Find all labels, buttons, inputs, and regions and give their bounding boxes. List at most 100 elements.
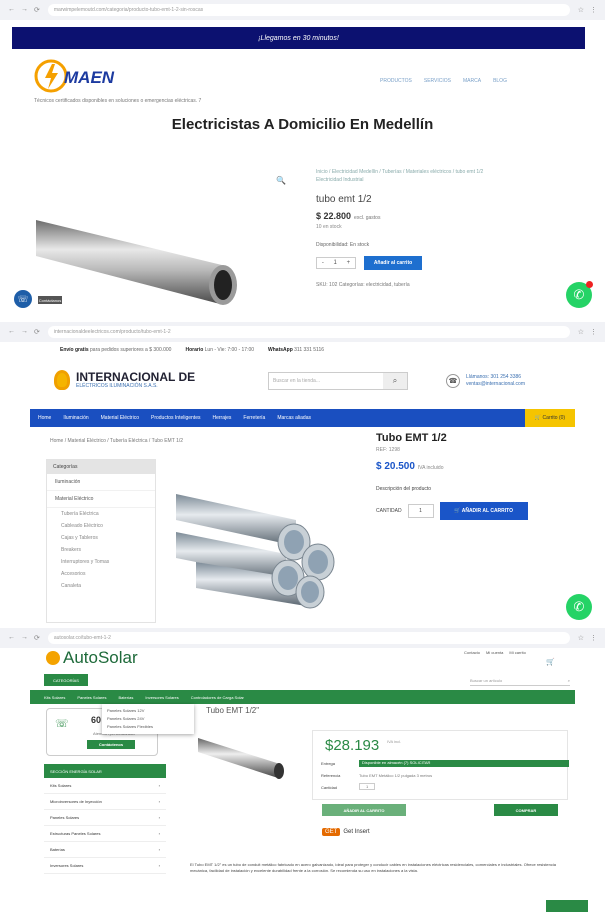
reload-icon[interactable]: ⟳: [34, 328, 40, 336]
phone-icon[interactable]: ☏: [14, 290, 32, 308]
nav-item[interactable]: Home: [38, 415, 51, 421]
sidebar-item[interactable]: Estructuras Paneles Solares ›: [44, 826, 166, 842]
quantity-label: CANTIDAD: [376, 508, 402, 514]
reload-icon[interactable]: ⟳: [34, 634, 40, 642]
dropdown-item[interactable]: Paneles Solares Flexibles: [107, 723, 189, 731]
category-sidebar: SECCIÓN ENERGÍA SOLAR Kits Solares › Micr…: [44, 764, 166, 874]
buy-box: $28.193 IVA incl. Entrega Disponible en …: [312, 730, 569, 800]
nav-item[interactable]: Baterías: [118, 695, 133, 700]
back-icon[interactable]: ←: [8, 634, 15, 642]
add-to-cart-button[interactable]: 🛒 AÑADIR AL CARRITO: [439, 502, 528, 520]
add-to-cart-button[interactable]: Añadir al carrito: [364, 256, 422, 270]
chat-widget[interactable]: [546, 900, 588, 912]
sidebar-title: Categorías: [47, 460, 155, 474]
contact-button[interactable]: Contáctenos: [87, 740, 135, 749]
cart-button[interactable]: 🛒 Carrito (0): [525, 409, 575, 427]
nav-item[interactable]: Ferretería: [243, 415, 265, 421]
contact-phone[interactable]: Llámanos: 301 254 3386: [466, 374, 525, 381]
add-to-cart-button[interactable]: AÑADIR AL CARRITO: [322, 804, 406, 816]
reload-icon[interactable]: ⟳: [34, 6, 40, 14]
product-ref: REF: 1298: [376, 447, 400, 453]
menu-dots-icon[interactable]: ⋮: [590, 634, 597, 642]
info-whatsapp[interactable]: WhatsApp 311 331 5116: [268, 347, 324, 353]
product-image[interactable]: [166, 450, 366, 624]
maen-logo[interactable]: MAEN: [34, 58, 138, 94]
main-nav: Home Iluminación Material Eléctrico Prod…: [30, 409, 575, 427]
quantity-stepper[interactable]: 1: [407, 504, 434, 518]
price-note: excl. gastos: [354, 215, 381, 221]
nav-item[interactable]: Kits Solares: [44, 695, 65, 700]
sidebar-subitem[interactable]: Canaleta: [47, 580, 155, 592]
sidebar-subitem[interactable]: Accesorios: [47, 568, 155, 580]
menu-dots-icon[interactable]: ⋮: [590, 328, 597, 336]
menu-item[interactable]: PRODUCTOS: [380, 78, 412, 84]
address-bar[interactable]: marwimpelemoutd.com/categoria/producto-t…: [47, 4, 570, 16]
nav-item[interactable]: Herrajes: [212, 415, 231, 421]
quantity-stepper[interactable]: 1: [359, 783, 376, 790]
back-icon[interactable]: ←: [8, 6, 15, 14]
forward-icon[interactable]: →: [21, 6, 28, 14]
address-bar[interactable]: autosolar.co/tubo-emt-1-2: [47, 632, 570, 644]
nav-item[interactable]: Iluminación: [63, 415, 88, 421]
nav-item[interactable]: Controladores de Carga Solar: [191, 695, 244, 700]
search-icon[interactable]: ⌕: [383, 373, 407, 389]
menu-item[interactable]: BLOG: [493, 78, 507, 84]
nav-item[interactable]: Paneles Solares: [77, 695, 106, 700]
buy-button[interactable]: COMPRAR: [494, 804, 558, 816]
menu-dots-icon[interactable]: ⋮: [590, 6, 597, 14]
search-input[interactable]: Buscar en la tienda... ⌕: [268, 372, 408, 390]
whatsapp-icon[interactable]: ✆: [566, 281, 593, 308]
nav-item[interactable]: Productos Inteligentes: [151, 415, 200, 421]
top-link[interactable]: Mi cuenta: [486, 650, 503, 655]
dropdown-item[interactable]: Paneles Solares 24V: [107, 715, 189, 723]
star-icon[interactable]: ☆: [578, 634, 584, 642]
nav-item[interactable]: Material Eléctrico: [101, 415, 139, 421]
whatsapp-icon[interactable]: ✆: [566, 594, 592, 620]
sidebar-subitem[interactable]: Cajas y Tableros: [47, 532, 155, 544]
sidebar-subitem[interactable]: Cableado Eléctrico: [47, 520, 155, 532]
cart-icon[interactable]: 🛒: [546, 658, 555, 666]
sidebar-item[interactable]: Inversores Solares ›: [44, 858, 166, 874]
sidebar-item[interactable]: Paneles Solares ›: [44, 810, 166, 826]
categories-button[interactable]: CATEGORÍAS: [44, 674, 88, 686]
product-image[interactable]: [36, 200, 246, 310]
sidebar-subitem[interactable]: Breakers: [47, 544, 155, 556]
sidebar-item[interactable]: Kits Solares ›: [44, 778, 166, 794]
forward-icon[interactable]: →: [21, 634, 28, 642]
star-icon[interactable]: ☆: [578, 328, 584, 336]
address-bar[interactable]: internacionaldeelectricos.com/producto/t…: [47, 326, 570, 338]
search-icon[interactable]: ⌕: [568, 678, 570, 683]
forward-icon[interactable]: →: [21, 328, 28, 336]
star-icon[interactable]: ☆: [578, 6, 584, 14]
sidebar-item[interactable]: Baterías ›: [44, 842, 166, 858]
menu-item[interactable]: MARCA: [463, 78, 481, 84]
zoom-icon[interactable]: 🔍: [276, 176, 286, 185]
breadcrumb[interactable]: Home / Material Eléctrico / Tubería Eléc…: [50, 438, 183, 444]
product-price: $28.193: [325, 737, 380, 754]
top-link[interactable]: Mi carrito: [509, 650, 525, 655]
sidebar-subitem[interactable]: Interruptores y Tomas: [47, 556, 155, 568]
search-input[interactable]: Buscar un artículo ⌕: [470, 676, 570, 686]
nav-item[interactable]: Inversores Solares: [145, 695, 178, 700]
nav-item[interactable]: Marcas aliadas: [277, 415, 311, 421]
back-icon[interactable]: ←: [8, 328, 15, 336]
quantity-stepper[interactable]: -1 +: [316, 257, 356, 269]
product-title: Tubo EMT 1/2: [376, 432, 447, 444]
product-image[interactable]: [196, 724, 288, 786]
sidebar-subitem[interactable]: Tubería Eléctrica: [47, 508, 155, 520]
autosolar-logo[interactable]: AutoSolar: [46, 648, 138, 668]
call-number[interactable]: 60: [91, 715, 101, 725]
top-link[interactable]: Contacto: [464, 650, 480, 655]
description-label[interactable]: Descripción del producto: [376, 486, 576, 492]
contact-label[interactable]: Contáctanos: [38, 296, 62, 304]
breadcrumb-category[interactable]: Electricidad Industrial: [316, 176, 586, 184]
dropdown-item[interactable]: Paneles Solares 12V: [107, 707, 189, 715]
breadcrumb[interactable]: Inicio / Electricidad Medellín / Tubería…: [316, 168, 586, 176]
menu-item[interactable]: SERVICIOS: [424, 78, 451, 84]
sidebar-item[interactable]: Material Eléctrico: [47, 491, 155, 508]
get-insert-badge[interactable]: GET Get Insert: [322, 828, 370, 836]
sidebar-item[interactable]: Iluminación: [47, 474, 155, 491]
sidebar-item[interactable]: Microinversores de Inyección ›: [44, 794, 166, 810]
contact-email[interactable]: ventas@internacional.com: [466, 381, 525, 388]
brand-logo[interactable]: INTERNACIONAL DE ELÉCTRICOS ILUMINACIÓN …: [54, 370, 195, 390]
